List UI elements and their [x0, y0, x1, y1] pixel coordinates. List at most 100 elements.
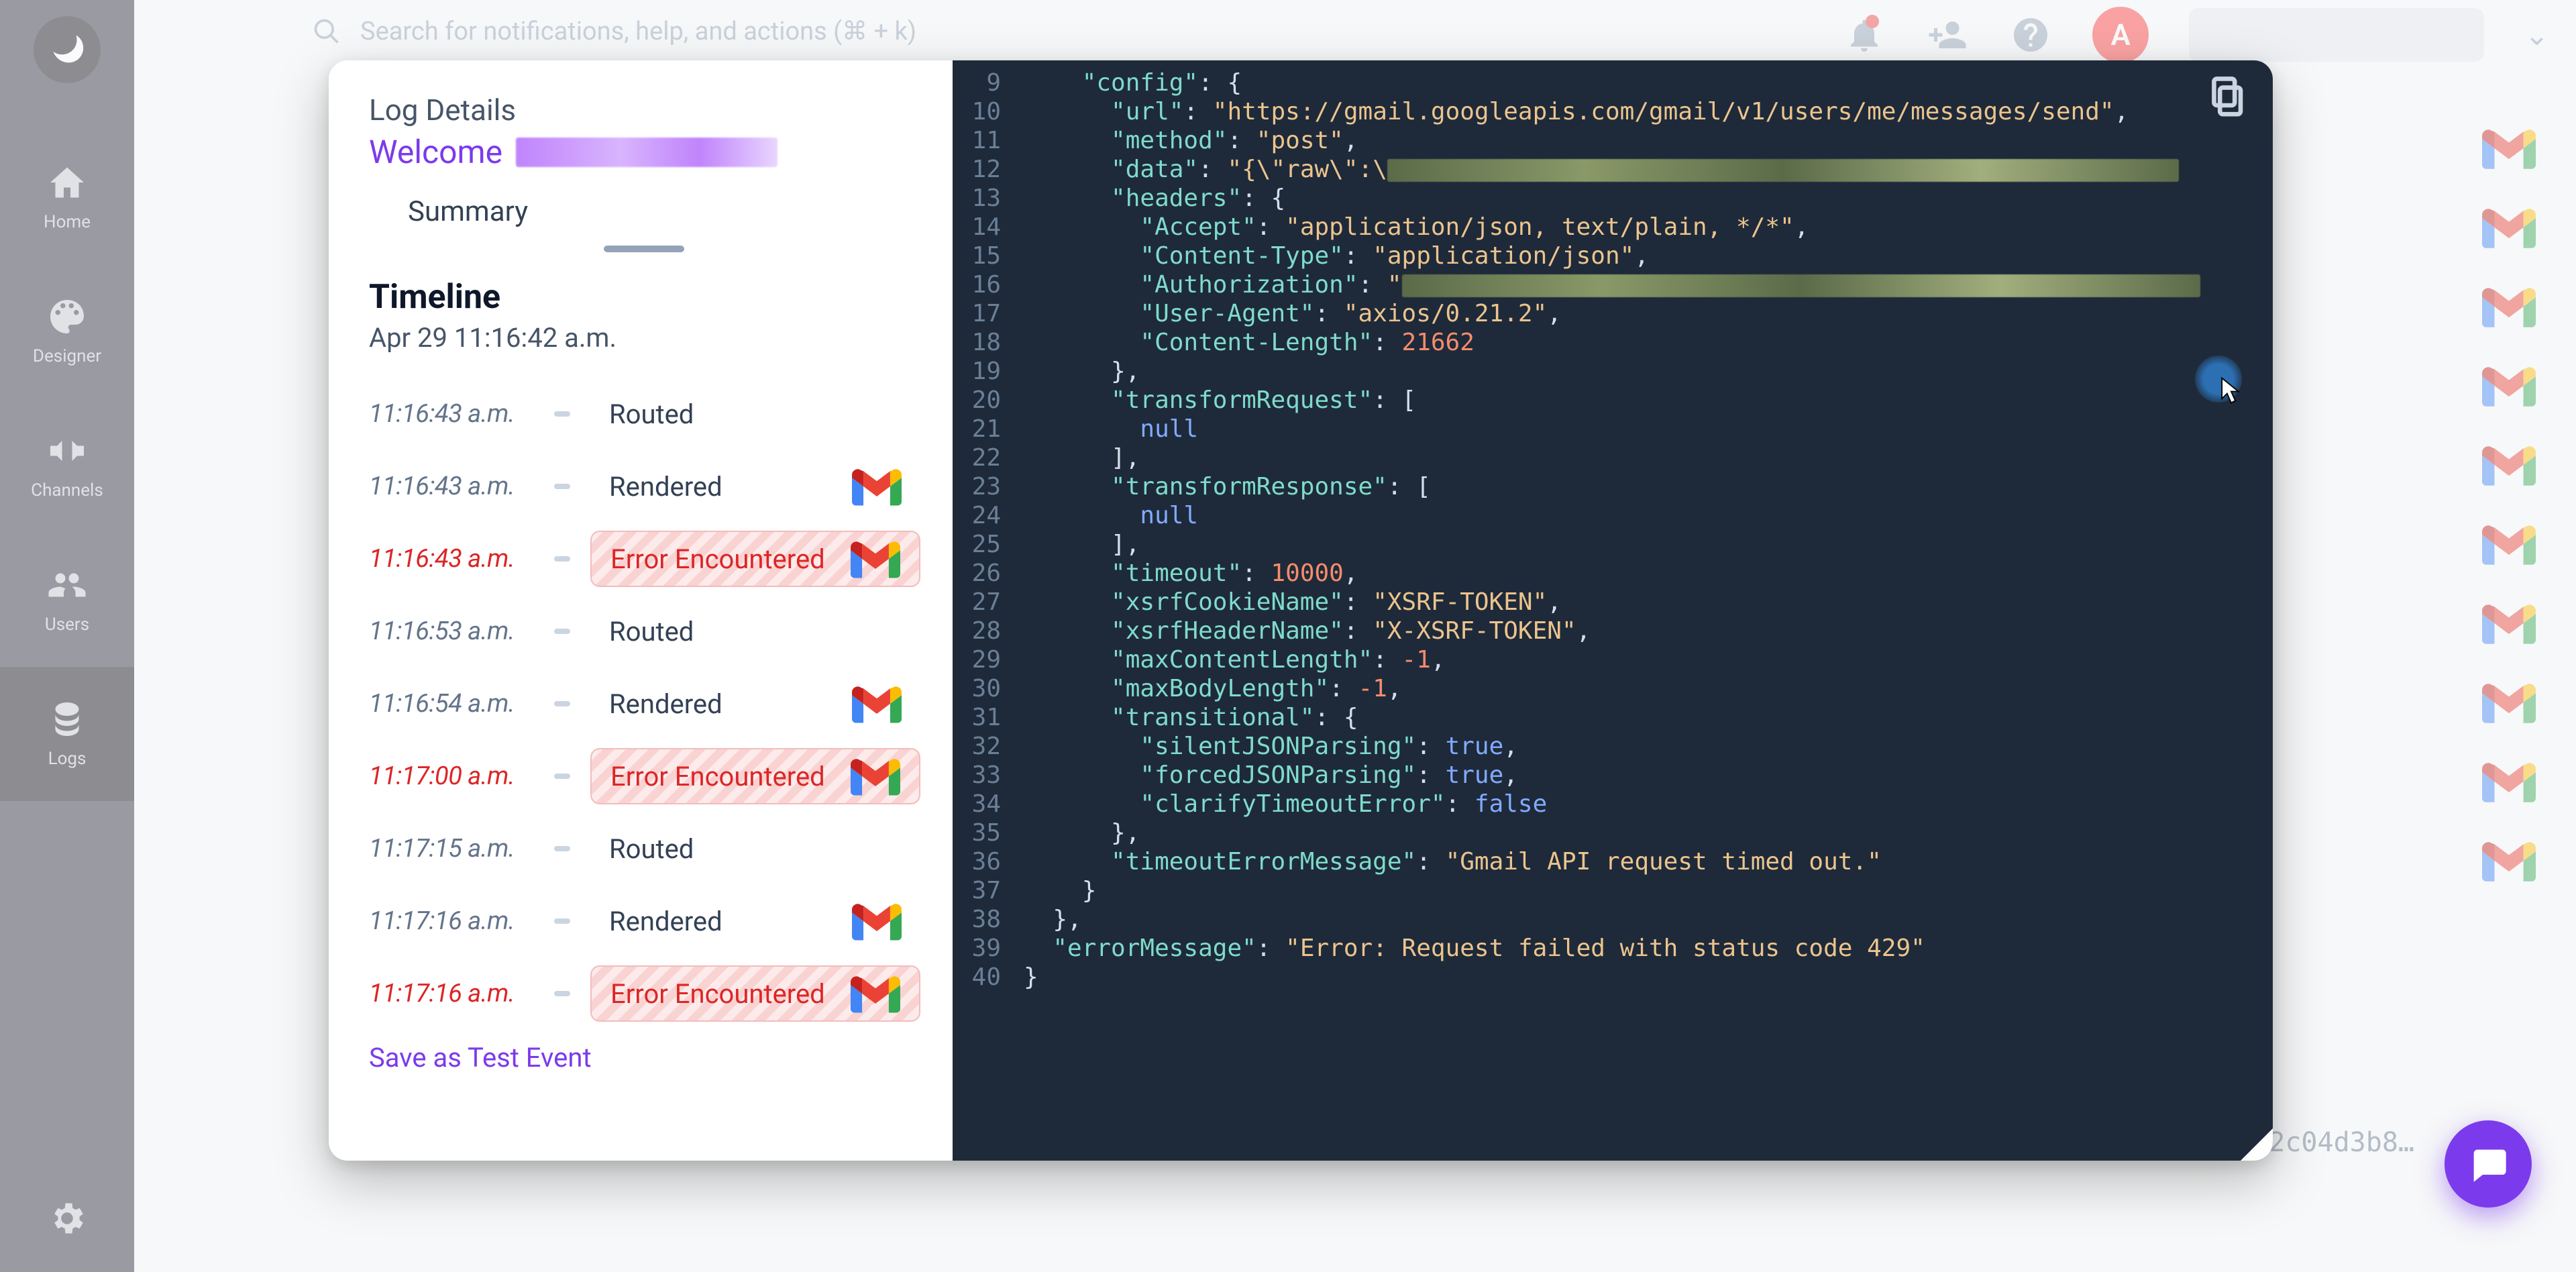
timeline-row[interactable]: 11:16:43 a.m. Error Encountered [369, 523, 920, 595]
user-avatar[interactable]: A [2092, 7, 2149, 63]
timeline-event-label: Rendered [609, 906, 722, 937]
log-details-panel: Log Details Welcome Summary Timeline Apr… [329, 60, 953, 1161]
timeline-date: Apr 29 11:16:42 a.m. [369, 322, 920, 354]
nav-channels-label: Channels [31, 480, 103, 500]
gmail-icon [851, 757, 900, 796]
nav-channels[interactable]: Channels [0, 399, 134, 533]
global-search[interactable]: Search for notifications, help, and acti… [312, 16, 916, 46]
timeline-time: 11:17:16 a.m. [369, 906, 534, 936]
gmail-icon [2482, 286, 2536, 327]
timeline-connector [554, 556, 570, 562]
gmail-icon [852, 902, 902, 941]
workspace-switcher[interactable] [2189, 8, 2484, 62]
gmail-icon [2482, 761, 2536, 802]
timeline-time: 11:17:15 a.m. [369, 834, 534, 863]
timeline-event[interactable]: Rendered [590, 676, 920, 732]
copy-code-button[interactable] [2206, 74, 2246, 122]
gmail-icon [2482, 682, 2536, 723]
gmail-icon [2482, 602, 2536, 644]
notifications-icon[interactable] [1843, 13, 1886, 56]
timeline-time: 11:16:43 a.m. [369, 544, 534, 574]
nav-designer[interactable]: Designer [0, 264, 134, 399]
tab-summary[interactable]: Summary [408, 195, 528, 240]
log-details-modal: Log Details Welcome Summary Timeline Apr… [329, 60, 2273, 1161]
code-viewer[interactable]: 9101112131415161718192021222324252627282… [953, 60, 2273, 1161]
timeline-event-error[interactable]: Error Encountered [590, 748, 920, 804]
timeline-time: 11:16:43 a.m. [369, 472, 534, 501]
gmail-icon [2482, 207, 2536, 248]
timeline-event[interactable]: Rendered [590, 458, 920, 515]
timeline-event-label: Error Encountered [610, 978, 825, 1010]
timeline-event-label: Error Encountered [610, 761, 825, 792]
nav-home[interactable]: Home [0, 130, 134, 264]
timeline-time: 11:17:00 a.m. [369, 761, 534, 791]
app-logo[interactable] [34, 16, 101, 83]
code-content[interactable]: "config": { "url": "https://gmail.google… [1010, 60, 2273, 1161]
timeline-event-label: Rendered [609, 471, 722, 502]
timeline-event-label: Routed [609, 399, 694, 430]
timeline-event-label: Rendered [609, 688, 722, 720]
invite-user-icon[interactable] [1926, 13, 1969, 56]
gmail-icon [2482, 840, 2536, 882]
search-placeholder: Search for notifications, help, and acti… [360, 16, 916, 46]
chat-support-button[interactable] [2445, 1120, 2532, 1208]
timeline-connector [554, 629, 570, 634]
nav-logs[interactable]: Logs [0, 667, 134, 801]
timeline-time: 11:17:16 a.m. [369, 979, 534, 1008]
timeline-row[interactable]: 11:16:43 a.m. Rendered [369, 450, 920, 523]
notification-name[interactable]: Welcome [369, 133, 502, 171]
timeline-connector [554, 918, 570, 924]
nav-logs-label: Logs [48, 749, 87, 769]
timeline-event-error[interactable]: Error Encountered [590, 965, 920, 1022]
timeline-event[interactable]: Routed [590, 820, 920, 877]
gmail-icon [852, 467, 902, 506]
line-number-gutter: 9101112131415161718192021222324252627282… [953, 60, 1010, 1161]
save-as-test-event-link[interactable]: Save as Test Event [369, 1042, 920, 1073]
timeline-list: 11:16:43 a.m. Routed 11:16:43 a.m. Rendered… [369, 378, 920, 1030]
nav-home-label: Home [44, 212, 91, 232]
timeline-time: 11:16:43 a.m. [369, 399, 534, 429]
timeline-connector [554, 411, 570, 417]
redacted-content [516, 138, 777, 167]
channel-icon-column [2482, 127, 2536, 882]
timeline-connector [554, 774, 570, 779]
timeline-event-label: Error Encountered [610, 543, 825, 575]
timeline-row[interactable]: 11:16:53 a.m.Routed [369, 595, 920, 668]
nav-users[interactable]: Users [0, 533, 134, 667]
nav-users-label: Users [45, 615, 89, 635]
gmail-icon [2482, 523, 2536, 565]
nav-settings[interactable] [0, 1165, 134, 1272]
timeline-event[interactable]: Routed [590, 386, 920, 442]
timeline-row[interactable]: 11:17:16 a.m. Rendered [369, 885, 920, 957]
copy-icon [2208, 76, 2244, 120]
timeline-row[interactable]: 11:16:43 a.m. Routed [369, 378, 920, 450]
timeline-event[interactable]: Rendered [590, 893, 920, 949]
nav-designer-label: Designer [33, 346, 101, 366]
timeline-row[interactable]: 11:17:15 a.m. Routed [369, 812, 920, 885]
timeline-event-label: Routed [609, 616, 694, 647]
timeline-connector [554, 484, 570, 489]
timeline-connector [554, 991, 570, 996]
chat-icon [2467, 1143, 2510, 1185]
timeline-event-error[interactable]: Error Encountered [590, 531, 920, 587]
gmail-icon [2482, 444, 2536, 486]
log-details-title: Log Details [369, 93, 920, 127]
gmail-icon [851, 974, 900, 1013]
timeline-heading: Timeline [369, 278, 920, 317]
app-sidebar: Home Designer Channels Users Logs [0, 0, 134, 1272]
timeline-connector [554, 701, 570, 706]
timeline-row[interactable]: 11:16:54 a.m.Rendered [369, 668, 920, 740]
detail-tabs: Summary [369, 195, 920, 240]
timeline-row[interactable]: 11:17:16 a.m. Error Encountered [369, 957, 920, 1030]
header-actions: A ⌄ [1843, 7, 2549, 63]
timeline-event[interactable]: Routed [590, 603, 920, 659]
tab-indicator [604, 246, 684, 252]
timeline-connector [554, 846, 570, 851]
chevron-down-icon[interactable]: ⌄ [2524, 17, 2549, 52]
timeline-row[interactable]: 11:17:00 a.m. Error Encountered [369, 740, 920, 812]
help-icon[interactable] [2009, 13, 2052, 56]
search-icon [312, 17, 341, 46]
gmail-icon [851, 539, 900, 578]
gmail-icon [2482, 365, 2536, 407]
timeline-event-label: Routed [609, 833, 694, 865]
